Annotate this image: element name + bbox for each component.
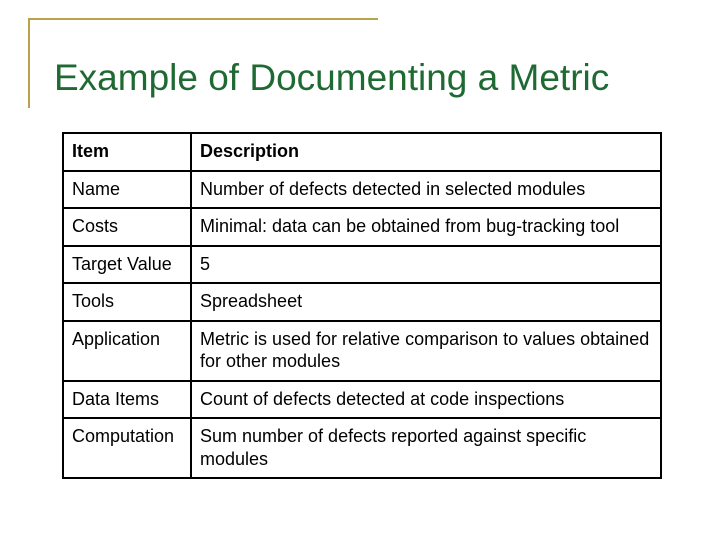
- table-row: Tools Spreadsheet: [63, 283, 661, 321]
- cell-description: Metric is used for relative comparison t…: [191, 321, 661, 381]
- table-row: Name Number of defects detected in selec…: [63, 171, 661, 209]
- metric-table: Item Description Name Number of defects …: [62, 132, 662, 479]
- table-row: Data Items Count of defects detected at …: [63, 381, 661, 419]
- cell-item: Computation: [63, 418, 191, 478]
- cell-item: Application: [63, 321, 191, 381]
- cell-item: Target Value: [63, 246, 191, 284]
- cell-description: Spreadsheet: [191, 283, 661, 321]
- table-row: Target Value 5: [63, 246, 661, 284]
- page-title: Example of Documenting a Metric: [54, 58, 700, 105]
- cell-description: Number of defects detected in selected m…: [191, 171, 661, 209]
- cell-description: Count of defects detected at code inspec…: [191, 381, 661, 419]
- cell-item: Costs: [63, 208, 191, 246]
- cell-item: Data Items: [63, 381, 191, 419]
- table-row: Costs Minimal: data can be obtained from…: [63, 208, 661, 246]
- table-row: Computation Sum number of defects report…: [63, 418, 661, 478]
- table-header-row: Item Description: [63, 133, 661, 171]
- cell-description: Minimal: data can be obtained from bug-t…: [191, 208, 661, 246]
- cell-item: Tools: [63, 283, 191, 321]
- cell-description: Sum number of defects reported against s…: [191, 418, 661, 478]
- header-description: Description: [191, 133, 661, 171]
- cell-description: 5: [191, 246, 661, 284]
- cell-item: Name: [63, 171, 191, 209]
- metric-table-container: Item Description Name Number of defects …: [62, 132, 660, 479]
- table-row: Application Metric is used for relative …: [63, 321, 661, 381]
- header-item: Item: [63, 133, 191, 171]
